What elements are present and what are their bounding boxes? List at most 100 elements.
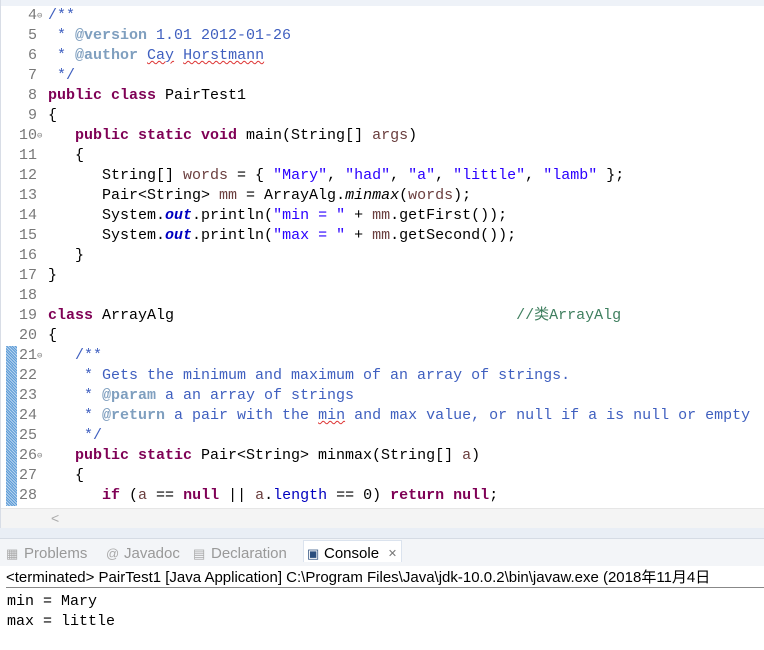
code-line[interactable]: 13 Pair<String> mm = ArrayAlg.minmax(wor… bbox=[1, 186, 764, 206]
code-token: == bbox=[147, 487, 184, 504]
code-token: length bbox=[273, 487, 328, 504]
code-token: 1.01 2012-01-26 bbox=[147, 27, 292, 44]
code-token: mm bbox=[219, 187, 238, 204]
code-text: */ bbox=[48, 426, 102, 446]
code-editor[interactable]: 4 ⊖/** 5 * @version 1.01 2012-01-26 6 * @au… bbox=[0, 0, 764, 528]
problems-icon: ▦ bbox=[6, 546, 19, 561]
code-token: ArrayAlg bbox=[102, 307, 517, 324]
code-line[interactable]: 24 * @return a pair with the min and max… bbox=[1, 406, 764, 426]
code-line[interactable]: 27 { bbox=[1, 466, 764, 486]
code-token: } bbox=[48, 247, 85, 264]
sash[interactable] bbox=[0, 528, 764, 538]
line-number: 15 bbox=[18, 227, 37, 244]
code-line[interactable]: 16 } bbox=[1, 246, 764, 266]
code-token: and max value, or null if a is null or e… bbox=[345, 407, 751, 424]
line-number: 10 bbox=[18, 127, 37, 144]
code-line[interactable]: 26 ⊖ public static Pair<String> minmax(St… bbox=[1, 446, 764, 466]
line-number: 21 bbox=[18, 347, 37, 364]
code-text: public static Pair<String> minmax(String… bbox=[48, 446, 480, 466]
code-line[interactable]: 17} bbox=[1, 266, 764, 286]
code-token: ); bbox=[453, 187, 472, 204]
code-token: class bbox=[48, 307, 103, 324]
console-output-line: max = little bbox=[7, 613, 116, 630]
code-token: out bbox=[165, 207, 193, 224]
code-text: public static void main(String[] args) bbox=[48, 126, 417, 146]
code-token: @return bbox=[102, 407, 166, 424]
code-line[interactable]: 8 public class PairTest1 bbox=[1, 86, 764, 106]
console-output-line: min = Mary bbox=[7, 593, 98, 610]
code-line[interactable]: 19 class ArrayAlg //类ArrayAlg bbox=[1, 306, 764, 326]
tab-label: Problems bbox=[24, 545, 88, 562]
code-token: args bbox=[372, 127, 409, 144]
tab-declaration[interactable]: ▤ Declaration bbox=[191, 543, 287, 565]
code-text: Pair<String> mm = ArrayAlg.minmax(words)… bbox=[48, 186, 471, 206]
tab-console[interactable]: ▣ Console ✕ bbox=[303, 540, 403, 565]
code-line[interactable]: 22 * Gets the minimum and maximum of an … bbox=[1, 366, 764, 386]
code-text: * @return a pair with the min and max va… bbox=[48, 406, 750, 426]
code-text: String[] words = { "Mary", "had", "a", "… bbox=[48, 166, 624, 186]
code-token: PairTest1 bbox=[165, 87, 247, 104]
code-token: a bbox=[462, 447, 472, 464]
code-line[interactable]: 18 bbox=[1, 286, 764, 306]
code-line[interactable]: 9{ bbox=[1, 106, 764, 126]
code-token: ( bbox=[399, 187, 409, 204]
code-line[interactable]: 23 * @param a an array of strings bbox=[1, 386, 764, 406]
code-token: //类ArrayAlg bbox=[516, 307, 622, 324]
code-line[interactable]: 11 { bbox=[1, 146, 764, 166]
line-number: 6 bbox=[27, 47, 37, 64]
code-token: Pair<String> minmax(String[] bbox=[201, 447, 463, 464]
code-text: { bbox=[48, 466, 84, 486]
code-line[interactable]: 5 * @version 1.01 2012-01-26 bbox=[1, 26, 764, 46]
code-token: .println( bbox=[192, 207, 274, 224]
tab-problems[interactable]: ▦ Problems bbox=[4, 543, 87, 565]
code-line[interactable]: 12 String[] words = { "Mary", "had", "a"… bbox=[1, 166, 764, 186]
code-token: /** bbox=[48, 7, 76, 24]
code-text: { bbox=[48, 106, 57, 126]
code-text: { bbox=[48, 326, 57, 346]
code-token: a bbox=[255, 487, 265, 504]
code-token: * Gets the minimum and maximum of an arr… bbox=[48, 367, 571, 384]
code-text: * @version 1.01 2012-01-26 bbox=[48, 26, 291, 46]
code-line[interactable]: 20 { bbox=[1, 326, 764, 346]
code-token: a pair with the bbox=[165, 407, 319, 424]
code-line[interactable]: 14 System.out.println("min = " + mm.getF… bbox=[1, 206, 764, 226]
code-token: "max = " bbox=[273, 227, 346, 244]
code-token: ) bbox=[408, 127, 418, 144]
code-line[interactable]: 6 * @author Cay Horstmann bbox=[1, 46, 764, 66]
code-line[interactable]: 10 ⊖ public static void main(String[] arg… bbox=[1, 126, 764, 146]
code-line[interactable]: 28 if (a == null || a.length == 0) retur… bbox=[1, 486, 764, 506]
close-icon[interactable]: ✕ bbox=[388, 543, 397, 565]
tab-javadoc[interactable]: @ Javadoc bbox=[104, 543, 180, 565]
code-line[interactable]: 21 ⊖ /** bbox=[1, 346, 764, 366]
code-token: { bbox=[48, 147, 85, 164]
code-text: /** bbox=[48, 346, 102, 366]
line-number: 26 bbox=[18, 447, 37, 464]
line-number: 11 bbox=[18, 147, 37, 164]
fold-icon[interactable]: ⊖ bbox=[37, 6, 42, 26]
fold-icon[interactable]: ⊖ bbox=[37, 446, 42, 466]
code-token: }; bbox=[597, 167, 625, 184]
code-line[interactable]: 7 */ bbox=[1, 66, 764, 86]
code-token: return null bbox=[390, 487, 490, 504]
code-token: , bbox=[435, 167, 454, 184]
code-line[interactable]: 15 System.out.println("max = " + mm.getS… bbox=[1, 226, 764, 246]
line-number: 13 bbox=[18, 187, 37, 204]
console-view[interactable]: <terminated> PairTest1 [Java Application… bbox=[0, 566, 764, 650]
code-line[interactable]: 25 */ bbox=[1, 426, 764, 446]
code-token: public class bbox=[48, 87, 166, 104]
code-token: * bbox=[48, 387, 103, 404]
line-number: 14 bbox=[18, 207, 37, 224]
code-token: , bbox=[327, 167, 346, 184]
chevron-left-icon[interactable]: < bbox=[51, 510, 59, 526]
fold-icon[interactable]: ⊖ bbox=[37, 126, 42, 146]
code-text: { bbox=[48, 146, 84, 166]
code-line[interactable]: 4 ⊖ /** bbox=[1, 6, 764, 26]
line-number: 7 bbox=[27, 67, 37, 84]
line-number: 17 bbox=[18, 267, 37, 284]
code-token: minmax bbox=[345, 187, 400, 204]
fold-icon[interactable]: ⊖ bbox=[37, 346, 42, 366]
horizontal-scrollbar[interactable]: < bbox=[1, 508, 764, 528]
code-text: * @param a an array of strings bbox=[48, 386, 354, 406]
code-token: { bbox=[48, 327, 58, 344]
